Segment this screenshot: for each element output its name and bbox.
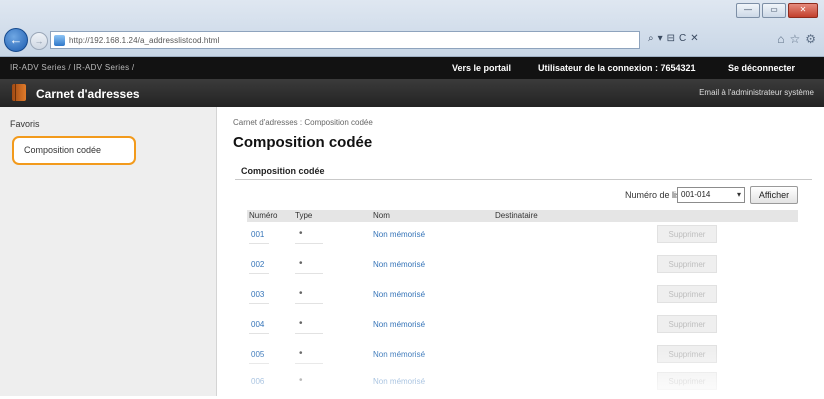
portal-link[interactable]: Vers le portail xyxy=(452,63,511,73)
entry-number-link[interactable]: 003 xyxy=(251,290,264,299)
column-header-name: Nom xyxy=(373,211,390,220)
type-indicator: • xyxy=(299,288,303,299)
entry-name-link[interactable]: Non mémorisé xyxy=(373,377,425,386)
row-divider xyxy=(249,243,269,244)
delete-button[interactable]: Supprimer xyxy=(657,345,717,363)
title-bar: Carnet d'adresses Email à l'administrate… xyxy=(0,79,824,107)
table-header: Numéro Type Nom Destinataire xyxy=(247,210,798,222)
section-title: Composition codée xyxy=(241,166,325,176)
browser-chrome: — ▭ ✕ ← → http://192.168.1.24/a_addressl… xyxy=(0,0,824,57)
row-divider xyxy=(295,363,323,364)
list-number-value: 001-014 xyxy=(681,190,711,199)
entry-name-link[interactable]: Non mémorisé xyxy=(373,260,425,269)
type-indicator: • xyxy=(299,228,303,239)
type-indicator: • xyxy=(299,348,303,359)
row-divider xyxy=(295,243,323,244)
list-number-select[interactable]: 001-014 ▾ xyxy=(677,187,745,203)
section-divider xyxy=(235,179,812,180)
stop-icon[interactable]: ✕ xyxy=(690,33,698,44)
chevron-down-icon: ▾ xyxy=(736,190,741,199)
search-icon[interactable]: ⌕ xyxy=(648,33,654,44)
close-icon[interactable]: ✕ xyxy=(788,3,818,18)
dropdown-icon[interactable]: ▾ xyxy=(658,33,663,44)
entry-name-link[interactable]: Non mémorisé xyxy=(373,350,425,359)
url-text: http://192.168.1.24/a_addresslistcod.htm… xyxy=(69,35,220,45)
row-divider xyxy=(295,333,323,334)
minimize-icon[interactable]: — xyxy=(736,3,760,18)
app-title: Carnet d'adresses xyxy=(36,87,140,101)
gear-icon[interactable]: ⚙ xyxy=(805,32,816,46)
address-bar[interactable]: http://192.168.1.24/a_addresslistcod.htm… xyxy=(50,31,640,49)
top-bar: IR-ADV Series / IR-ADV Series / Vers le … xyxy=(0,57,824,79)
delete-button[interactable]: Supprimer xyxy=(657,372,717,390)
row-divider xyxy=(295,273,323,274)
type-indicator: • xyxy=(299,318,303,329)
home-icon[interactable]: ⌂ xyxy=(777,32,784,46)
column-header-destination: Destinataire xyxy=(495,211,538,220)
delete-button[interactable]: Supprimer xyxy=(657,285,717,303)
back-button[interactable]: ← xyxy=(4,28,28,52)
entry-number-link[interactable]: 004 xyxy=(251,320,264,329)
favorites-icon[interactable]: ☆ xyxy=(789,32,800,46)
row-divider xyxy=(249,303,269,304)
page-title: Composition codée xyxy=(233,134,373,151)
table-row: 006 • Non mémorisé Supprimer xyxy=(247,369,798,399)
entry-number-link[interactable]: 002 xyxy=(251,260,264,269)
table-row: 005 • Non mémorisé Supprimer xyxy=(247,342,798,372)
sidebar-item-composition-codee[interactable]: Composition codée xyxy=(12,136,136,165)
address-book-icon xyxy=(12,84,26,101)
row-divider xyxy=(295,303,323,304)
forward-button[interactable]: → xyxy=(30,32,48,50)
sidebar-item-favoris[interactable]: Favoris xyxy=(10,119,200,129)
maximize-icon[interactable]: ▭ xyxy=(762,3,786,18)
user-label: Utilisateur de la connexion : 7654321 xyxy=(538,63,696,73)
admin-email-link[interactable]: Email à l'administrateur système xyxy=(699,88,814,97)
address-tools: ⌕ ▾ ⊟ C ✕ xyxy=(648,33,699,44)
delete-button[interactable]: Supprimer xyxy=(657,315,717,333)
type-indicator: • xyxy=(299,258,303,269)
table-row: 003 • Non mémorisé Supprimer xyxy=(247,282,798,312)
table-row: 004 • Non mémorisé Supprimer xyxy=(247,312,798,342)
compatibility-icon[interactable]: ⊟ xyxy=(667,33,675,44)
table-row: 001 • Non mémorisé Supprimer xyxy=(247,222,798,252)
column-header-number: Numéro xyxy=(249,211,278,220)
entry-number-link[interactable]: 005 xyxy=(251,350,264,359)
browser-right-icons: ⌂ ☆ ⚙ xyxy=(777,32,816,46)
page-icon xyxy=(54,34,65,46)
delete-button[interactable]: Supprimer xyxy=(657,255,717,273)
type-indicator: • xyxy=(299,375,303,386)
show-button[interactable]: Afficher xyxy=(750,186,798,204)
entry-name-link[interactable]: Non mémorisé xyxy=(373,290,425,299)
column-header-type: Type xyxy=(295,211,313,220)
breadcrumb: Carnet d'adresses : Composition codée xyxy=(233,118,373,127)
logout-link[interactable]: Se déconnecter xyxy=(728,63,795,73)
entry-number-link[interactable]: 001 xyxy=(251,230,264,239)
row-divider xyxy=(249,333,269,334)
table-row: 002 • Non mémorisé Supprimer xyxy=(247,252,798,282)
refresh-icon[interactable]: C xyxy=(679,33,686,44)
row-divider xyxy=(249,363,269,364)
entry-number-link[interactable]: 006 xyxy=(251,377,264,386)
delete-button[interactable]: Supprimer xyxy=(657,225,717,243)
entry-name-link[interactable]: Non mémorisé xyxy=(373,230,425,239)
entry-name-link[interactable]: Non mémorisé xyxy=(373,320,425,329)
model-text: IR-ADV Series / IR-ADV Series / xyxy=(10,63,135,72)
row-divider xyxy=(249,273,269,274)
main-content: Carnet d'adresses : Composition codée Co… xyxy=(217,107,824,396)
window-controls: — ▭ ✕ xyxy=(736,3,818,18)
